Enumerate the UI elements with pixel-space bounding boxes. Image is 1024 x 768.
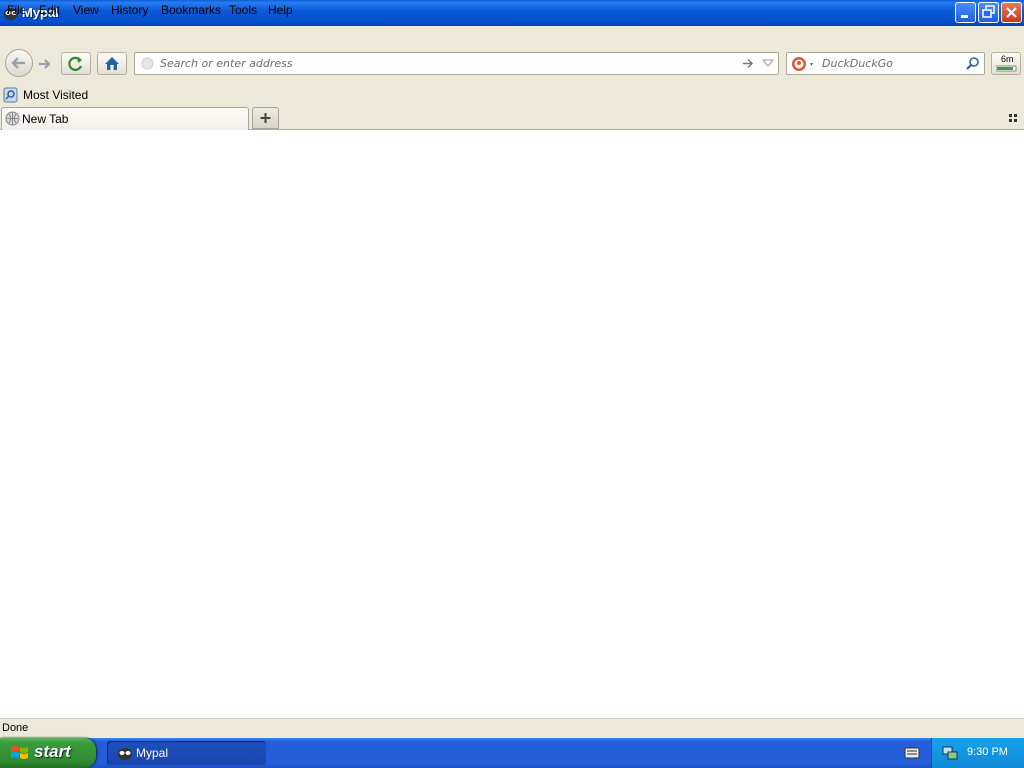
globe-icon xyxy=(5,111,20,126)
back-button[interactable] xyxy=(5,49,33,77)
search-input[interactable] xyxy=(822,53,957,74)
taskbar-item-mypal[interactable] xyxy=(107,741,266,765)
clock[interactable]: 9:30 PM xyxy=(967,746,1008,758)
plus-icon xyxy=(260,113,271,123)
close-button[interactable] xyxy=(1001,2,1022,23)
windows-logo-icon xyxy=(11,746,28,759)
download-progress-icon xyxy=(996,65,1017,72)
keyboard-icon[interactable] xyxy=(904,746,920,760)
home-icon xyxy=(105,57,119,70)
close-icon xyxy=(1006,7,1017,18)
duckduckgo-icon[interactable] xyxy=(791,56,815,72)
menu-file[interactable]: File xyxy=(7,3,26,17)
dropdown-arrow-icon[interactable] xyxy=(762,59,774,68)
status-text: Done xyxy=(2,722,29,734)
search-bar[interactable] xyxy=(786,52,985,75)
page-content[interactable] xyxy=(0,130,1024,718)
download-time-label: 6m xyxy=(1001,54,1014,64)
back-arrow-icon xyxy=(11,57,25,69)
menu-tools[interactable]: Tools xyxy=(229,3,257,17)
reload-icon xyxy=(68,56,83,71)
forward-button[interactable] xyxy=(33,53,57,74)
start-label[interactable]: start xyxy=(34,742,71,762)
menu-view[interactable]: View xyxy=(73,3,99,17)
minimize-icon xyxy=(961,15,968,18)
restore-button[interactable] xyxy=(978,2,999,23)
search-icon[interactable] xyxy=(965,56,980,71)
mypal-raccoon-icon xyxy=(118,748,132,760)
network-icon[interactable] xyxy=(941,744,959,762)
go-arrow-icon[interactable] xyxy=(741,57,755,70)
home-button[interactable] xyxy=(97,52,127,75)
tab-title[interactable]: New Tab xyxy=(22,112,68,126)
status-bar xyxy=(0,718,1024,738)
menu-bar xyxy=(0,26,1024,46)
bookmarks-toolbar xyxy=(0,84,1024,106)
address-bar[interactable] xyxy=(134,52,779,75)
forward-arrow-icon xyxy=(39,59,51,69)
address-input[interactable] xyxy=(160,53,750,74)
bookmark-label[interactable]: Most Visited xyxy=(23,88,88,102)
menu-history[interactable]: History xyxy=(111,3,148,17)
bookmark-folder-icon xyxy=(3,87,18,103)
new-tab-button[interactable] xyxy=(252,107,279,129)
menu-edit[interactable]: Edit xyxy=(39,3,60,17)
restore-icon xyxy=(982,5,995,18)
list-all-tabs-icon[interactable] xyxy=(1007,112,1021,124)
reload-button[interactable] xyxy=(61,52,91,75)
taskbar-item-label[interactable]: Mypal xyxy=(136,746,168,760)
minimize-button[interactable] xyxy=(955,2,976,23)
menu-help[interactable]: Help xyxy=(268,3,293,17)
title-bar[interactable] xyxy=(0,0,1024,26)
downloads-button[interactable]: 6m xyxy=(991,52,1021,75)
menu-bookmarks[interactable]: Bookmarks xyxy=(161,3,221,17)
page-identity-icon xyxy=(141,57,154,70)
